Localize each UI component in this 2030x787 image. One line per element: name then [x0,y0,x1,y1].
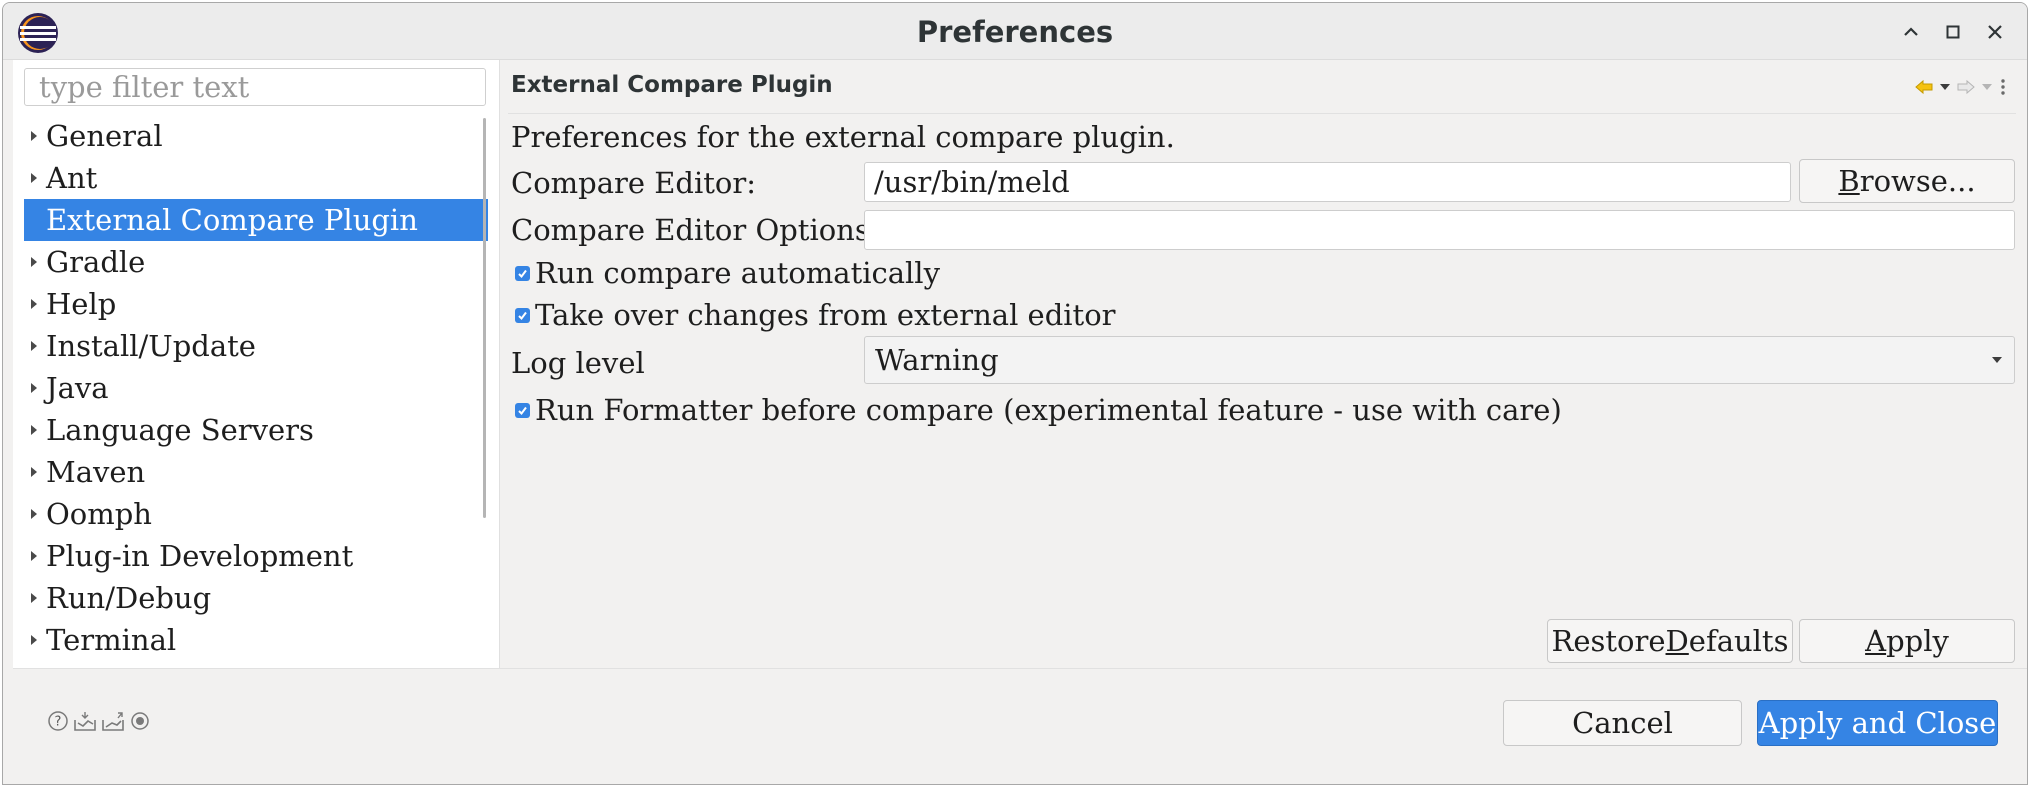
take-over-label[interactable]: Take over changes from external editor [535,298,1116,332]
preferences-window: Preferences General Ant External Compare P… [2,2,2028,785]
back-menu-chevron-down-icon[interactable] [1938,82,1952,92]
back-arrow-icon[interactable] [1914,79,1934,95]
log-level-value: Warning [875,343,999,377]
run-auto-checkbox[interactable] [515,266,530,281]
footer-divider [13,668,2027,669]
tree-item-label: Terminal [46,623,177,657]
run-formatter-checkbox[interactable] [515,403,530,418]
page-description: Preferences for the external compare plu… [511,120,1175,154]
expand-arrow-icon[interactable] [26,409,42,451]
tree-item-label: Java [46,371,109,405]
browse-button[interactable]: Browse... [1799,159,2015,203]
page-navigation [1914,76,2008,98]
expand-arrow-icon[interactable] [26,367,42,409]
checkmark-icon [518,311,527,321]
compare-options-label: Compare Editor Options: [511,213,880,247]
compare-editor-label: Compare Editor: [511,166,756,200]
restore-label-mnemonic: D [1665,624,1689,658]
compare-options-field[interactable] [864,210,2015,250]
page-title: External Compare Plugin [511,72,833,98]
run-formatter-label[interactable]: Run Formatter before compare (experiment… [535,393,1562,427]
tree-item-label: Run/Debug [46,581,212,615]
tree-item[interactable]: Language Servers [24,409,488,451]
tree-item[interactable]: Maven [24,451,488,493]
preference-tree-pane: General Ant External Compare Plugin Gradle H… [13,60,500,668]
title-bar: Preferences [3,3,2027,60]
compare-editor-field[interactable] [864,162,1791,202]
apply-label-mnemonic: A [1865,624,1887,658]
tree-item-label: Gradle [46,245,146,279]
tree-item[interactable]: Run/Debug [24,577,488,619]
tree-item[interactable]: General [24,115,488,157]
cancel-button[interactable]: Cancel [1503,700,1742,746]
expand-arrow-icon[interactable] [26,619,42,661]
tree-item-label: General [46,119,163,153]
minimize-icon[interactable] [1896,17,1926,47]
tree-item-label: External Compare Plugin [46,203,418,237]
expand-arrow-icon[interactable] [26,535,42,577]
expand-arrow-icon[interactable] [26,577,42,619]
expand-arrow-icon[interactable] [26,157,42,199]
checkmark-icon [518,269,527,279]
export-icon[interactable] [101,710,125,732]
tree-item-label: Plug-in Development [46,539,354,573]
tree-item-label: Maven [46,455,146,489]
restore-defaults-button[interactable]: Restore Defaults [1547,619,1793,663]
tree-item-label: Ant [46,161,98,195]
run-auto-label[interactable]: Run compare automatically [535,256,940,290]
forward-menu-chevron-down-icon[interactable] [1980,82,1994,92]
tree-item-label: Oomph [46,497,152,531]
preference-tree: General Ant External Compare Plugin Gradle H… [24,115,488,661]
tree-item-label: Language Servers [46,413,314,447]
window-title: Preferences [916,15,1114,49]
tree-item[interactable]: Java [24,367,488,409]
expand-arrow-icon[interactable] [26,283,42,325]
checkmark-icon [518,406,527,416]
tree-item[interactable]: Install/Update [24,325,488,367]
close-icon[interactable] [1980,17,2010,47]
log-level-dropdown[interactable]: Warning [864,336,2015,384]
apply-button[interactable]: Apply [1799,619,2015,663]
tree-item-label: Install/Update [46,329,256,363]
tree-item[interactable]: Oomph [24,493,488,535]
help-icon[interactable]: ? [47,710,69,732]
apply-label-post: pply [1886,624,1949,658]
record-icon[interactable] [129,710,151,732]
tree-item-label: Help [46,287,117,321]
maximize-icon[interactable] [1938,17,1968,47]
expand-arrow-icon[interactable] [26,493,42,535]
tree-item[interactable]: Help [24,283,488,325]
expand-arrow-icon[interactable] [26,325,42,367]
filter-input[interactable] [24,68,486,106]
page-header-divider [508,113,2016,114]
tree-item[interactable]: Ant [24,157,488,199]
tree-item[interactable]: External Compare Plugin [24,199,488,241]
forward-arrow-icon[interactable] [1956,79,1976,95]
tree-scrollbar[interactable] [483,118,486,518]
expand-arrow-icon[interactable] [26,451,42,493]
chevron-down-icon [1992,357,2002,363]
browse-label-mnemonic: B [1838,164,1860,198]
import-icon[interactable] [73,710,97,732]
expand-arrow-icon[interactable] [26,241,42,283]
log-level-label: Log level [511,346,645,380]
restore-label-pre: Restore [1551,624,1666,658]
restore-label-post: efaults [1688,624,1789,658]
tree-item[interactable]: Gradle [24,241,488,283]
tree-item[interactable]: Terminal [24,619,488,661]
view-menu-icon[interactable] [1998,77,2008,97]
browse-label-post: rowse... [1859,164,1976,198]
take-over-checkbox[interactable] [515,308,530,323]
preference-page: External Compare Plugin Preferences for … [500,60,2024,668]
footer-tools: ? [47,710,151,732]
apply-and-close-button[interactable]: Apply and Close [1757,700,1998,746]
expand-arrow-icon[interactable] [26,115,42,157]
tree-item[interactable]: Plug-in Development [24,535,488,577]
svg-text:?: ? [55,715,62,730]
